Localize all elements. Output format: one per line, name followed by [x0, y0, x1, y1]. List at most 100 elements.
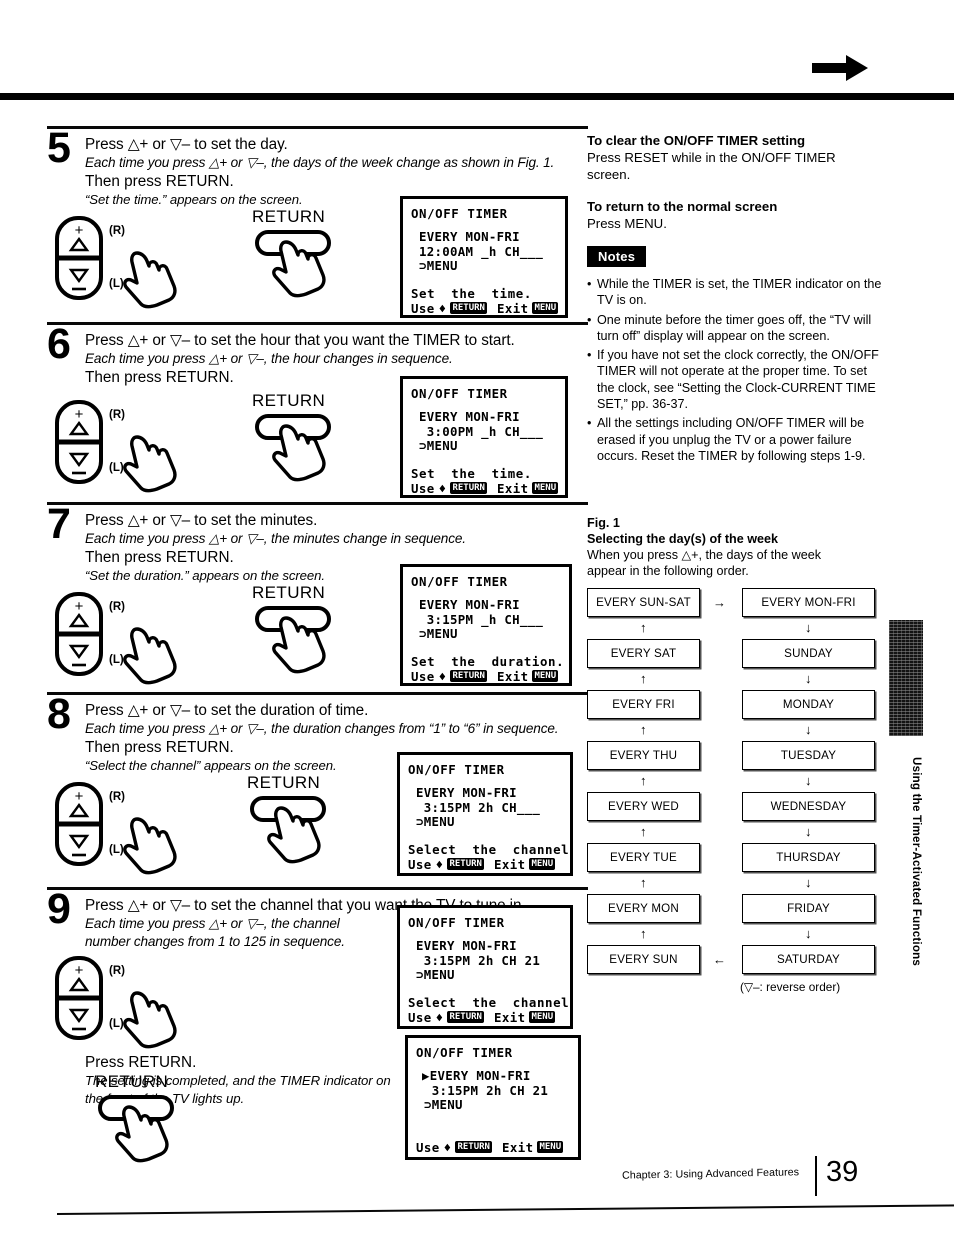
return-key-icon — [250, 796, 326, 864]
figure-label: Fig. 1 — [587, 516, 620, 530]
updown-glyph-icon: ♦ — [438, 300, 447, 316]
step-6: 6 Press △+ or ▽– to set the hour that yo… — [47, 322, 595, 502]
bullet-icon: • — [587, 277, 592, 291]
arrow-up-icon: ↑ — [640, 875, 647, 890]
flow-box: EVERY SAT — [587, 639, 700, 668]
osd-screen: ON/OFF TIMER EVERY MON-FRI 3:15PM 2h CH_… — [397, 752, 573, 876]
return-key-icon — [255, 606, 331, 674]
flow-box: WEDNESDAY — [742, 792, 875, 821]
flow-box: EVERY SUN-SAT — [587, 588, 700, 617]
return-label: RETURN — [95, 1072, 169, 1091]
osd-use-label: Use — [416, 1139, 440, 1155]
note-item: • All the settings including ON/OFF TIME… — [587, 415, 887, 464]
osd-time: 3:15PM 2h CH___ — [416, 799, 541, 815]
flow-box: EVERY MON-FRI — [742, 588, 875, 617]
step-7: 7 Press △+ or ▽– to set the minutes. Eac… — [47, 502, 595, 692]
step-instruction: Press △+ or ▽– to set the duration of ti… — [85, 702, 369, 719]
osd-exit-label: Exit — [501, 1139, 534, 1155]
step-detail: Each time you press △+ or ▽–, the hour c… — [85, 351, 453, 366]
flow-box: MONDAY — [742, 690, 875, 719]
osd-title: ON/OFF TIMER — [411, 386, 508, 401]
hand-pointer-icon — [123, 435, 177, 493]
arrow-up-icon: ↑ — [640, 926, 647, 941]
chapter-tab-label: Using the Timer-Activated Functions — [910, 757, 923, 967]
osd-exit-label: Exit — [496, 668, 529, 684]
osd-screen-final: ON/OFF TIMER ▶EVERY MON-FRI 3:15PM 2h CH… — [405, 1035, 581, 1160]
figure-desc-1: When you press △+, the days of the week — [587, 548, 822, 562]
remote-rocker-icon: + — [55, 782, 103, 866]
osd-menu-key: MENU — [537, 1141, 564, 1153]
return-label: RETURN — [252, 391, 326, 410]
note-item: • While the TIMER is set, the TIMER indi… — [587, 276, 887, 309]
osd-exit-label: Exit — [496, 480, 529, 496]
figure-footnote: (▽–: reverse order) — [740, 980, 841, 994]
osd-return-key: RETURN — [447, 1011, 484, 1023]
osd-menu-key: MENU — [529, 858, 556, 870]
return-normal-heading: To return to the normal screen — [587, 199, 778, 214]
osd-day: ▶EVERY MON-FRI — [422, 1068, 531, 1083]
step-detail: Each time you press △+ or ▽–, the days o… — [85, 155, 555, 170]
note-text: While the TIMER is set, the TIMER indica… — [597, 277, 882, 308]
osd-day: EVERY MON-FRI — [419, 409, 520, 424]
step-divider — [47, 502, 588, 505]
osd-use-label: Use — [408, 856, 432, 872]
osd-menu: ⊃MENU — [424, 1097, 463, 1112]
return-key-icon — [255, 414, 331, 482]
osd-day: EVERY MON-FRI — [416, 785, 517, 800]
osd-use-label: Use — [411, 300, 435, 316]
notes-column: To clear the ON/OFF TIMER setting Press … — [587, 132, 887, 464]
updown-glyph-icon: ♦ — [438, 668, 447, 684]
return-button-art: RETURN — [252, 583, 362, 687]
arrow-up-icon: ↑ — [640, 824, 647, 839]
flow-box: EVERY TUE — [587, 843, 700, 872]
osd-keybar: Use ♦ RETURN Exit MENU — [411, 480, 559, 496]
clear-timer-body-1: Press RESET while in the ON/OFF TIMER — [587, 150, 836, 165]
return-label: RETURN — [252, 207, 326, 226]
osd-exit-label: Exit — [496, 300, 529, 316]
notes-badge: Notes — [587, 246, 647, 267]
clear-timer-heading: To clear the ON/OFF TIMER setting — [587, 133, 806, 148]
flow-box: EVERY SUN — [587, 945, 700, 974]
remote-rocker-icon: + — [55, 956, 103, 1040]
manual-page: 5 Press △+ or ▽– to set the day. Each ti… — [0, 0, 954, 1254]
osd-screen: ON/OFF TIMER EVERY MON-FRI 3:15PM 2h CH … — [397, 905, 573, 1029]
return-button-art: RETURN — [247, 773, 357, 877]
osd-day: EVERY MON-FRI — [416, 938, 517, 953]
bullet-icon: • — [587, 348, 592, 363]
arrow-down-icon: ↓ — [805, 671, 812, 686]
svg-text:+: + — [75, 962, 84, 979]
osd-menu: ⊃MENU — [416, 814, 455, 829]
osd-screen: ON/OFF TIMER EVERY MON-FRI 3:15PM _h CH_… — [400, 564, 572, 686]
return-key-icon — [98, 1095, 174, 1163]
return-key-icon — [255, 230, 331, 298]
arrow-up-icon: ↑ — [640, 722, 647, 737]
note-item: • One minute before the timer goes off, … — [587, 312, 887, 345]
svg-text:+: + — [75, 406, 84, 423]
osd-day: EVERY MON-FRI — [419, 229, 520, 244]
osd-time: 12:00AM _h CH___ — [419, 243, 544, 259]
step-instruction: Press △+ or ▽– to set the minutes. — [85, 512, 318, 529]
hand-pointer-icon — [123, 991, 177, 1049]
osd-title: ON/OFF TIMER — [408, 915, 505, 930]
svg-text:+: + — [75, 788, 84, 805]
arrow-up-icon: ↑ — [640, 773, 647, 788]
remote-right-label: (R) — [109, 225, 125, 237]
osd-keybar: Use ♦ RETURN Exit MENU — [411, 669, 561, 684]
arrow-right-icon — [812, 55, 868, 81]
osd-return-key: RETURN — [447, 858, 484, 870]
figure-1: Fig. 1 Selecting the day(s) of the week … — [587, 515, 887, 994]
osd-menu: ⊃MENU — [416, 967, 455, 982]
return-label: RETURN — [247, 773, 321, 792]
osd-menu-key: MENU — [529, 1011, 556, 1023]
return-label: RETURN — [252, 583, 326, 602]
osd-menu: ⊃MENU — [419, 438, 458, 453]
osd-time: 3:15PM 2h CH 21 — [416, 952, 541, 968]
updown-glyph-icon: ♦ — [438, 480, 447, 496]
step-divider — [47, 692, 588, 695]
flow-box: EVERY THU — [587, 741, 700, 770]
step-then: Then press RETURN. — [85, 173, 234, 190]
arrow-down-icon: ↓ — [805, 773, 812, 788]
step-8: 8 Press △+ or ▽– to set the duration of … — [47, 692, 595, 887]
osd-menu: ⊃MENU — [419, 626, 458, 641]
osd-time: 3:00PM _h CH___ — [419, 423, 544, 439]
